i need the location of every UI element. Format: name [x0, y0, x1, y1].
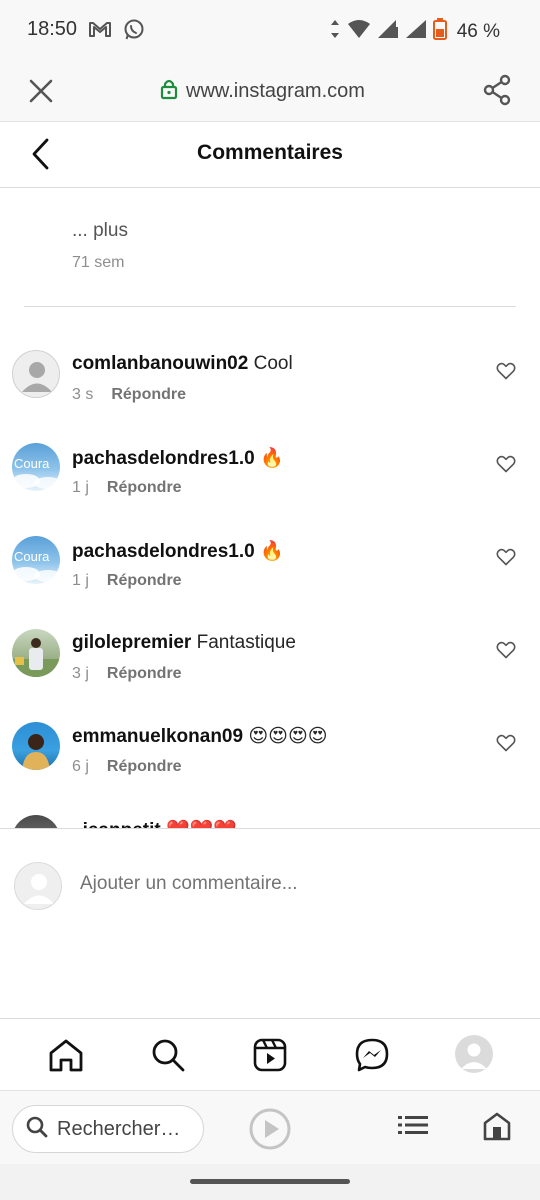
- comment-time: 3 j: [72, 665, 89, 682]
- battery-icon: [432, 18, 447, 45]
- wifi-icon: [347, 19, 371, 44]
- comment-item: gilolepremier Fantastique 3 j Répondre: [0, 629, 540, 722]
- home-icon[interactable]: [48, 1037, 84, 1073]
- comment-item: emmanuelkonan09 😍😍😍😍 6 j Répondre: [0, 722, 540, 815]
- comment-time: 3 s: [72, 386, 94, 403]
- comment-meta: 3 j Répondre: [72, 665, 182, 683]
- heart-icon[interactable]: [496, 641, 516, 664]
- reply-button[interactable]: Répondre: [107, 479, 182, 497]
- comment-text: 😍😍😍😍: [248, 726, 328, 747]
- status-bar: 18:50 46 %: [0, 0, 540, 60]
- comment-item: _jeanpetit ❤️❤️❤️: [0, 815, 540, 828]
- svg-text:Coura: Coura: [14, 456, 50, 471]
- page-header: Commentaires: [0, 122, 540, 188]
- heart-icon[interactable]: [496, 455, 516, 478]
- comment-username[interactable]: _jeanpetit: [72, 820, 161, 828]
- comment-text: Cool: [253, 353, 293, 374]
- battery-percent: 46 %: [456, 20, 500, 42]
- url-text: www.instagram.com: [186, 80, 365, 102]
- browser-home-icon[interactable]: [482, 1111, 512, 1146]
- search-icon[interactable]: [150, 1037, 186, 1073]
- browser-search-placeholder: Rechercher…: [57, 1117, 181, 1140]
- whatsapp-icon: [122, 18, 146, 47]
- comment-text: Fantastique: [196, 632, 296, 653]
- profile-avatar[interactable]: [455, 1035, 493, 1073]
- close-icon[interactable]: [28, 78, 54, 109]
- messenger-icon[interactable]: [354, 1037, 390, 1073]
- browser-search-input[interactable]: Rechercher…: [12, 1105, 204, 1153]
- comment-text-line: emmanuelkonan09 😍😍😍😍: [72, 725, 328, 748]
- share-icon[interactable]: [482, 74, 512, 111]
- signal-icon: [377, 19, 399, 44]
- avatar[interactable]: Coura: [12, 443, 60, 491]
- search-icon: [25, 1115, 49, 1144]
- comment-text-line: comlanbanouwin02 Cool: [72, 353, 293, 375]
- browser-bar: www.instagram.com: [0, 60, 540, 122]
- data-arrows-icon: [329, 19, 341, 44]
- comment-item: Coura pachasdelondres1.0 🔥 1 j Répondre: [0, 443, 540, 536]
- reels-icon[interactable]: [252, 1037, 288, 1073]
- signal-icon: [405, 19, 427, 44]
- comment-text-line: gilolepremier Fantastique: [72, 632, 296, 654]
- page-title: Commentaires: [197, 141, 343, 164]
- bottom-nav: [0, 1018, 540, 1090]
- comment-username[interactable]: gilolepremier: [72, 632, 191, 653]
- add-comment-bar: [0, 828, 540, 1018]
- comment-item: comlanbanouwin02 Cool 3 s Répondre: [0, 350, 540, 443]
- reply-button[interactable]: Répondre: [111, 386, 186, 404]
- avatar: [14, 862, 62, 910]
- avatar[interactable]: [12, 350, 60, 398]
- comment-username[interactable]: pachasdelondres1.0: [72, 541, 255, 562]
- reply-button[interactable]: Répondre: [107, 665, 182, 683]
- comment-text-line: pachasdelondres1.0 🔥: [72, 539, 284, 563]
- comment-meta: 1 j Répondre: [72, 479, 182, 497]
- lock-icon: [160, 78, 178, 105]
- divider: [24, 306, 516, 307]
- comment-time: 1 j: [72, 572, 89, 589]
- caption-time: 71 sem: [72, 254, 125, 271]
- reply-button[interactable]: Répondre: [107, 758, 182, 776]
- comment-text-line: _jeanpetit ❤️❤️❤️: [72, 818, 237, 828]
- heart-icon[interactable]: [496, 734, 516, 757]
- avatar[interactable]: [12, 629, 60, 677]
- add-comment-input[interactable]: [80, 873, 500, 895]
- heart-icon[interactable]: [496, 548, 516, 571]
- gmail-icon: [88, 18, 112, 47]
- comment-username[interactable]: comlanbanouwin02: [72, 353, 248, 374]
- tabs-list-icon[interactable]: [398, 1115, 428, 1140]
- comment-text: 🔥: [259, 541, 284, 562]
- avatar[interactable]: Coura: [12, 536, 60, 584]
- comment-time: 6 j: [72, 758, 89, 775]
- gesture-handle[interactable]: [190, 1179, 350, 1184]
- caption-more-link[interactable]: ... plus: [72, 220, 128, 242]
- status-time: 18:50: [27, 18, 78, 40]
- comments-list[interactable]: ... plus 71 sem comlanbanouwin02 Cool 3 …: [0, 188, 540, 828]
- svg-text:Coura: Coura: [14, 549, 50, 564]
- comment-username[interactable]: pachasdelondres1.0: [72, 448, 255, 469]
- reply-button[interactable]: Répondre: [107, 572, 182, 590]
- browser-toolbar: Rechercher…: [0, 1090, 540, 1164]
- avatar[interactable]: [12, 722, 60, 770]
- comment-meta: 6 j Répondre: [72, 758, 182, 776]
- comment-item: Coura pachasdelondres1.0 🔥 1 j Répondre: [0, 536, 540, 629]
- comment-text-line: pachasdelondres1.0 🔥: [72, 446, 284, 470]
- gesture-area: [0, 1164, 540, 1200]
- comment-username[interactable]: emmanuelkonan09: [72, 726, 243, 747]
- comment-text: 🔥: [259, 448, 284, 469]
- heart-icon[interactable]: [496, 362, 516, 385]
- comment-meta: 1 j Répondre: [72, 572, 182, 590]
- play-icon[interactable]: [248, 1107, 292, 1156]
- avatar[interactable]: [12, 815, 60, 828]
- comment-text: ❤️❤️❤️: [166, 820, 237, 828]
- comment-meta: 3 s Répondre: [72, 386, 186, 404]
- comment-time: 1 j: [72, 479, 89, 496]
- url-bar[interactable]: www.instagram.com: [160, 78, 365, 105]
